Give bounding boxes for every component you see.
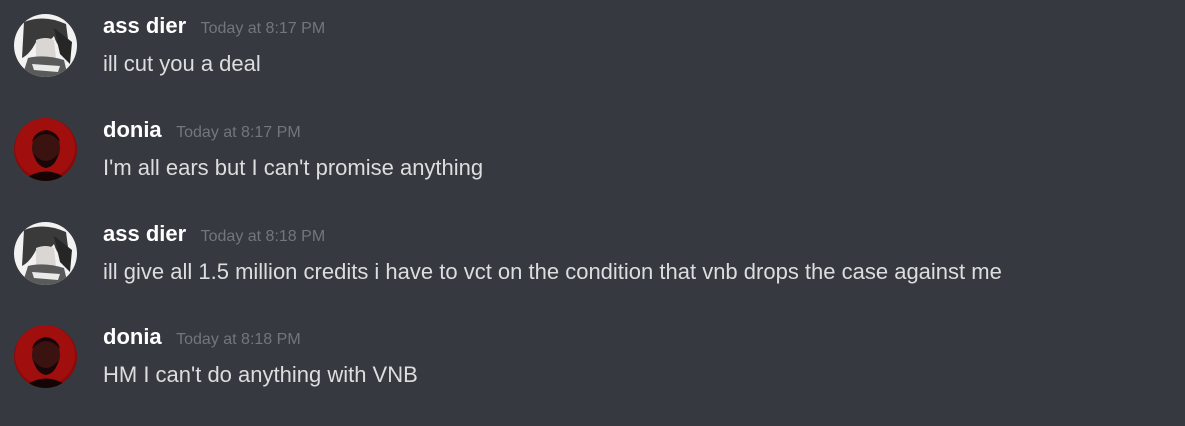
message-header: donia Today at 8:17 PM: [103, 117, 301, 147]
timestamp: Today at 8:17 PM: [176, 124, 301, 141]
timestamp: Today at 8:18 PM: [200, 228, 326, 245]
message-item: donia Today at 8:18 PM HM I can't do any…: [0, 311, 1185, 401]
message-item: ass dier Today at 8:17 PM ill cut you a …: [0, 0, 1185, 90]
message-content: ill cut you a deal: [103, 51, 261, 76]
message-content: HM I can't do anything with VNB: [103, 362, 418, 387]
username[interactable]: ass dier: [103, 221, 186, 246]
red-photo-avatar-icon: [14, 118, 77, 181]
avatar[interactable]: [14, 222, 77, 285]
message-header: ass dier Today at 8:17 PM: [103, 13, 325, 43]
username[interactable]: donia: [103, 117, 162, 142]
avatar[interactable]: [14, 14, 77, 77]
username[interactable]: ass dier: [103, 13, 186, 38]
message-item: donia Today at 8:17 PM I'm all ears but …: [0, 104, 1185, 194]
message-header: donia Today at 8:18 PM: [103, 324, 301, 354]
anime-avatar-icon: [14, 222, 77, 285]
red-photo-avatar-icon: [14, 325, 77, 388]
message-header: ass dier Today at 8:18 PM: [103, 221, 325, 251]
avatar[interactable]: [14, 325, 77, 388]
username[interactable]: donia: [103, 324, 162, 349]
message-content: ill give all 1.5 million credits i have …: [103, 259, 1002, 284]
chat-messages: ass dier Today at 8:17 PM ill cut you a …: [0, 0, 1185, 426]
timestamp: Today at 8:18 PM: [176, 331, 301, 348]
message-item: ass dier Today at 8:18 PM ill give all 1…: [0, 208, 1185, 298]
timestamp: Today at 8:17 PM: [200, 20, 326, 37]
anime-avatar-icon: [14, 14, 77, 77]
message-content: I'm all ears but I can't promise anythin…: [103, 155, 484, 180]
avatar[interactable]: [14, 118, 77, 181]
